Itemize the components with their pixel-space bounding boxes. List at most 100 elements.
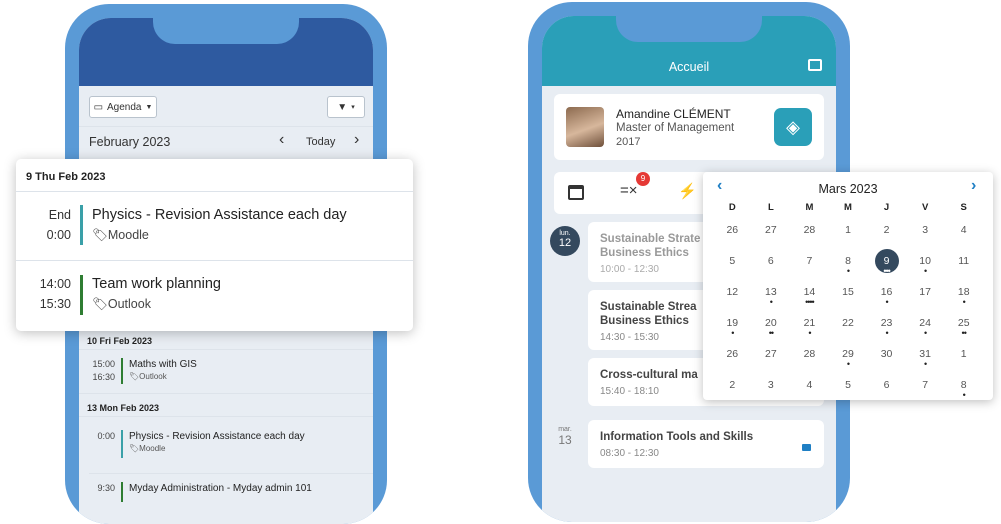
event-source: Moodle: [139, 444, 166, 453]
calendar-day[interactable]: 28: [790, 342, 829, 373]
event-color-bar: [80, 205, 83, 245]
calendar-day[interactable]: 5: [713, 249, 752, 280]
event-dots: •••: [883, 266, 890, 276]
calendar-day[interactable]: 4: [944, 218, 983, 249]
calendar-day-number: 3: [767, 379, 774, 391]
calendar-day[interactable]: 3: [906, 218, 945, 249]
calendar-day[interactable]: 17: [906, 280, 945, 311]
event-end-time: 15:30: [39, 297, 71, 311]
calendar-day[interactable]: 14 ••••: [790, 280, 829, 311]
event-myday-admin[interactable]: 9:30 Myday Administration - Myday admin …: [79, 482, 312, 502]
calendar-day-selected[interactable]: 9 •••: [867, 249, 906, 280]
calendar-day[interactable]: 7: [790, 249, 829, 280]
avatar: [566, 107, 604, 147]
calendar-day[interactable]: 20 ••: [752, 311, 791, 342]
weekday-header: M: [844, 202, 852, 213]
calendar-day[interactable]: 8 •: [944, 373, 983, 404]
event-physics-revision[interactable]: 0:00 Physics - Revision Assistance each …: [79, 430, 305, 458]
tasks-tab-icon[interactable]: =×: [620, 182, 638, 199]
calendar-day[interactable]: 18 •: [944, 280, 983, 311]
calendar-day[interactable]: 27: [752, 342, 791, 373]
next-month-arrow[interactable]: ›: [971, 177, 976, 195]
calendar-day[interactable]: 7: [906, 373, 945, 404]
calendar-day[interactable]: 13 •: [752, 280, 791, 311]
event-dots: •: [731, 328, 734, 338]
calendar-day[interactable]: 12: [713, 280, 752, 311]
graduation-cap-icon[interactable]: ◈: [774, 108, 812, 146]
calendar-day[interactable]: 21 •: [790, 311, 829, 342]
calendar-day[interactable]: 6: [867, 373, 906, 404]
calendar-day[interactable]: 26: [713, 218, 752, 249]
calendar-day[interactable]: 5: [829, 373, 868, 404]
calendar-icon: ▭: [93, 101, 104, 113]
calendar-day[interactable]: 2: [713, 373, 752, 404]
calendar-day[interactable]: 25 ••: [944, 311, 983, 342]
calendar-day-number: 3: [922, 224, 929, 236]
calendar-day-number: 28: [803, 348, 816, 360]
video-icon[interactable]: [802, 444, 811, 451]
popup-event-physics[interactable]: End 0:00 Physics - Revision Assistance e…: [16, 199, 413, 249]
id-card-icon[interactable]: [808, 59, 822, 71]
calendar-day[interactable]: 15: [829, 280, 868, 311]
event-end-time: 16:30: [92, 372, 115, 382]
profile-card[interactable]: Amandine CLÉMENT Master of Management 20…: [554, 94, 824, 160]
sport-tab-icon[interactable]: ⚡: [678, 182, 697, 200]
calendar-day[interactable]: 24 •: [906, 311, 945, 342]
event-subtitle: Business Ethics: [600, 247, 689, 259]
calendar-day[interactable]: 30: [867, 342, 906, 373]
prev-month-button[interactable]: ‹: [279, 131, 284, 149]
calendar-day[interactable]: 4: [790, 373, 829, 404]
calendar-day[interactable]: 2: [867, 218, 906, 249]
event-title: Sustainable Strea: [600, 301, 697, 313]
calendar-day-number: 1: [960, 348, 967, 360]
day-divider: [79, 349, 373, 350]
calendar-day[interactable]: 3: [752, 373, 791, 404]
event-title: Sustainable Strate: [600, 233, 701, 245]
popup-event-teamwork[interactable]: 14:00 15:30 Team work planning 🏷Outlook: [16, 269, 413, 319]
calendar-day[interactable]: 1: [829, 218, 868, 249]
weekday-header: D: [728, 202, 736, 213]
today-button[interactable]: Today: [306, 136, 335, 148]
day-divider: [89, 473, 373, 474]
weekday-header: L: [767, 202, 774, 213]
calendar-day[interactable]: 29 •: [829, 342, 868, 373]
day-header-10: 10 Fri Feb 2023: [87, 336, 153, 346]
calendar-day[interactable]: 23 •: [867, 311, 906, 342]
calendar-day-number: 11: [958, 255, 970, 267]
calendar-day-number: 15: [842, 286, 854, 298]
event-dots: •: [962, 390, 966, 400]
calendar-day[interactable]: 8 •: [829, 249, 868, 280]
event-time: 10:00 - 12:30: [600, 264, 659, 275]
filter-button[interactable]: ▼ ▾: [327, 96, 365, 118]
calendar-day[interactable]: 31 •: [906, 342, 945, 373]
calendar-day[interactable]: 28: [790, 218, 829, 249]
calendar-day-number: 12: [726, 286, 739, 298]
calendar-day[interactable]: 16 •: [867, 280, 906, 311]
event-color-bar: [121, 358, 123, 384]
notification-badge: 9: [636, 172, 650, 186]
calendar-day[interactable]: 19 •: [713, 311, 752, 342]
event-card[interactable]: Information Tools and Skills 08:30 - 12:…: [588, 420, 824, 468]
tag-icon: 🏷: [129, 444, 140, 453]
event-title: Cross-cultural ma: [600, 369, 698, 381]
event-maths-gis[interactable]: 15:00 16:30 Maths with GIS 🏷Outlook: [79, 358, 197, 384]
calendar-day[interactable]: 27: [752, 218, 791, 249]
calendar-day[interactable]: 11: [944, 249, 983, 280]
event-dots: •: [885, 297, 888, 307]
calendar-month-title: Mars 2023: [818, 182, 878, 196]
calendar-day[interactable]: 26: [713, 342, 752, 373]
event-dots: •: [924, 266, 927, 276]
calendar-tab-icon[interactable]: [568, 185, 584, 200]
event-dots: ••: [768, 328, 774, 338]
next-month-button[interactable]: ›: [354, 131, 359, 149]
calendar-day[interactable]: 22: [829, 311, 868, 342]
event-dots: •: [846, 359, 850, 369]
event-dots: •: [808, 328, 811, 338]
day-number: 13: [558, 433, 572, 447]
day-weekday: mar.: [558, 426, 572, 433]
calendar-day[interactable]: 10 •: [906, 249, 945, 280]
event-dots: •: [846, 266, 850, 276]
agenda-view-button[interactable]: ▭ Agenda ▼: [89, 96, 157, 118]
calendar-day[interactable]: 6: [752, 249, 791, 280]
calendar-day[interactable]: 1: [944, 342, 983, 373]
